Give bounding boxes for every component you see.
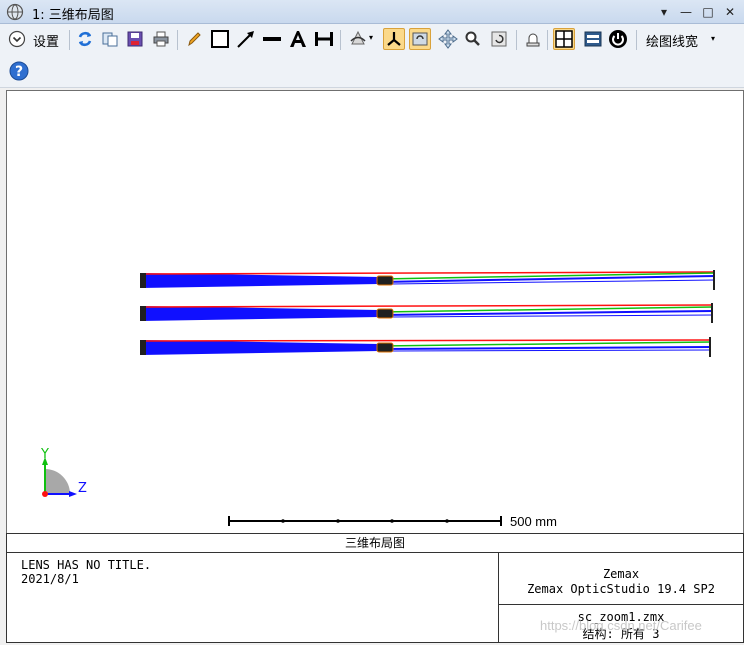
title-bar: 1: 三维布局图 ▾ — □ ✕ (0, 0, 744, 24)
copy-icon[interactable] (99, 28, 121, 50)
minimize-button[interactable]: — (677, 3, 695, 21)
toolbar-separator (516, 30, 517, 50)
optical-system-3 (140, 337, 712, 357)
rectangle-icon[interactable] (209, 28, 231, 50)
optical-system-2 (140, 303, 714, 323)
software-version: Zemax OpticStudio 19.4 SP2 (527, 582, 715, 596)
line-width-dropdown-icon[interactable]: ▾ (711, 34, 715, 43)
arrow-line-icon[interactable] (235, 28, 257, 50)
z-axis-arrow-icon (69, 491, 77, 497)
toolbar-separator (177, 30, 178, 50)
rotate-view-icon[interactable] (347, 28, 369, 50)
print-icon[interactable] (150, 28, 172, 50)
pin-icon[interactable]: ▾ (655, 3, 673, 21)
rotate-dropdown-icon[interactable]: ▾ (369, 33, 373, 42)
ray-blue (390, 314, 714, 318)
grid-layout-icon[interactable] (553, 28, 575, 50)
ray-blue (390, 349, 712, 352)
scale-label: 500 mm (510, 514, 557, 529)
toolbar-separator (69, 30, 70, 50)
info-left-cell: LENS HAS NO TITLE. 2021/8/1 (7, 553, 499, 642)
save-icon[interactable] (124, 28, 146, 50)
ray-green (378, 341, 712, 347)
settings-dropdown-icon[interactable] (6, 28, 28, 50)
plot-caption: 三维布局图 (6, 533, 744, 553)
axis-quadrant (45, 469, 70, 494)
ray-bundle-blue (141, 306, 379, 321)
x-axis-dot (42, 491, 48, 497)
z-axis-label: Z (78, 481, 87, 496)
toolbar-row-2: ? (0, 58, 744, 88)
axis-view-icon[interactable] (383, 28, 405, 50)
toolbar-separator (340, 30, 341, 50)
close-button[interactable]: ✕ (721, 3, 739, 21)
rotate-box-icon[interactable] (409, 28, 431, 50)
window-layout-icon[interactable] (582, 28, 604, 50)
toolbar: 设置 ▾ 绘图线宽 ▾ ? (0, 24, 744, 88)
dimension-icon[interactable] (313, 28, 335, 50)
svg-text:?: ? (15, 64, 23, 80)
zoom-icon[interactable] (462, 28, 484, 50)
scale-bar: 500 mm (228, 514, 557, 529)
ray-bundle-blue (141, 273, 379, 288)
date-text: 2021/8/1 (21, 572, 79, 586)
toolbar-separator (547, 30, 548, 50)
y-axis-label: Y (40, 447, 49, 462)
lens-app-icon (6, 3, 24, 21)
layout-drawing: Y Z 500 mm (40, 270, 716, 529)
maximize-button[interactable]: □ (699, 3, 717, 21)
lens-element (140, 273, 146, 288)
zoom-lens-group (376, 275, 394, 286)
ray-red (140, 304, 714, 308)
line-width-button[interactable]: 绘图线宽 (646, 31, 698, 50)
pan-icon[interactable] (437, 28, 459, 50)
help-icon[interactable]: ? (8, 60, 30, 82)
ray-red (140, 271, 716, 275)
watermark: https://blog.csdn.net/Carifee (540, 618, 702, 633)
bell-icon[interactable] (522, 28, 544, 50)
toolbar-separator (636, 30, 637, 50)
zoom-lens-group (376, 308, 394, 319)
ray-blue (378, 346, 712, 350)
info-software-cell: Zemax Zemax OpticStudio 19.4 SP2 (499, 553, 743, 605)
reset-view-icon[interactable] (488, 28, 510, 50)
axis-triad: Y Z (40, 447, 87, 497)
line-icon[interactable] (261, 28, 283, 50)
zoom-lens-group (376, 342, 394, 353)
ray-bundle-blue (141, 340, 379, 355)
toolbar-row-1: 设置 ▾ 绘图线宽 ▾ (0, 24, 744, 54)
ray-red (140, 339, 712, 342)
optical-system-1 (140, 270, 716, 290)
text-icon[interactable] (287, 28, 309, 50)
company-name: Zemax (602, 567, 640, 581)
lens-title: LENS HAS NO TITLE. (21, 558, 152, 572)
lens-element (140, 306, 146, 321)
lens-element (140, 340, 146, 355)
settings-button[interactable]: 设置 (33, 31, 59, 50)
pencil-icon[interactable] (183, 28, 205, 50)
refresh-icon[interactable] (74, 28, 96, 50)
power-icon[interactable] (607, 28, 629, 50)
layout-plot-area[interactable]: Y Z 500 mm (6, 90, 744, 533)
window-title: 1: 三维布局图 (32, 8, 114, 23)
app-window: 1: 三维布局图 ▾ — □ ✕ 设置 ▾ 绘图线宽 ▾ ? Y Z 500 m… (0, 0, 744, 645)
